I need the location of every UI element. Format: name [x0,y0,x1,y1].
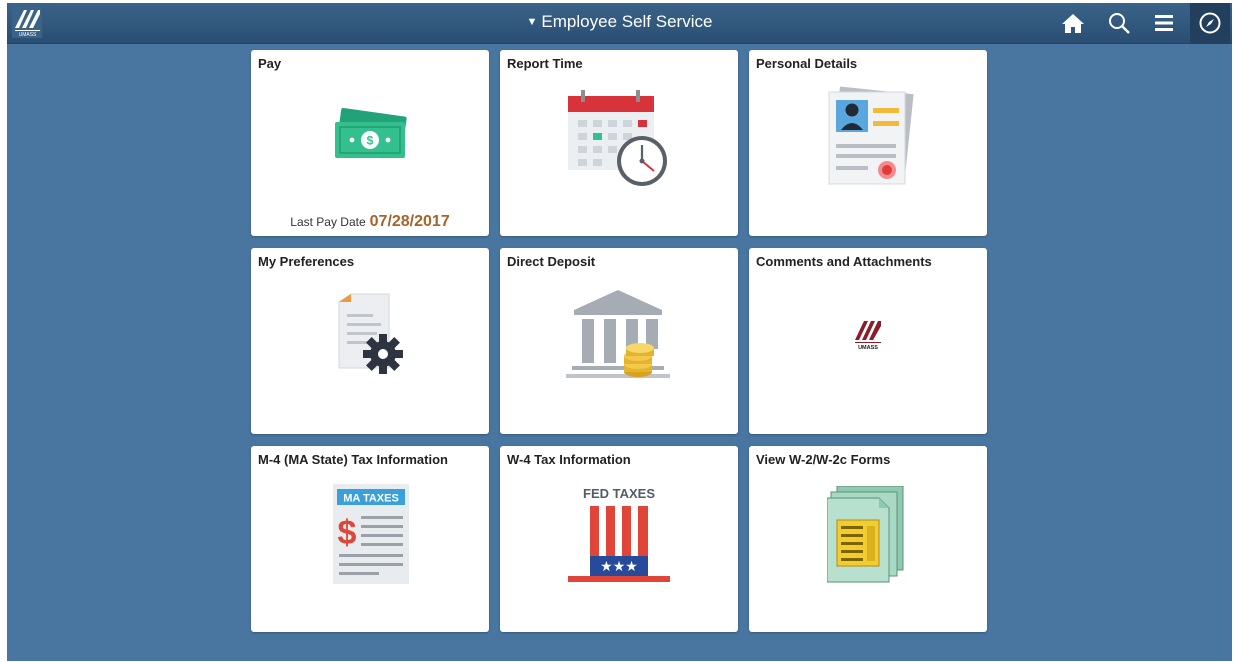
svg-text:FED TAXES: FED TAXES [583,486,655,501]
umass-logo-icon: UMASS [853,318,883,352]
tile-title: W-4 Tax Information [507,452,631,467]
tile-title: Direct Deposit [507,254,596,269]
fed-taxes-hat-icon: FED TAXES ★★★ [568,486,670,582]
tile-title: M-4 (MA State) Tax Information [258,452,448,467]
tile-title: View W-2/W-2c Forms [756,452,891,467]
tile-title: Comments and Attachments [756,254,932,269]
ma-taxes-icon: MA TAXES $ [333,484,409,584]
tile-m4-tax-information[interactable]: M-4 (MA State) Tax Information MA TAXES … [251,446,489,632]
search-icon[interactable] [1105,9,1133,37]
menu-icon[interactable] [1150,9,1178,37]
last-pay-date: Last Pay Date 07/28/2017 [251,213,489,231]
calendar-clock-icon [568,90,667,186]
last-pay-date-label: Last Pay Date [290,215,366,229]
bank-coins-icon [566,290,670,378]
tile-title: My Preferences [258,254,355,269]
svg-text:$: $ [338,514,357,552]
svg-text:MA TAXES: MA TAXES [343,493,399,505]
tile-title: Pay [258,56,282,71]
page-title-text: Employee Self Service [541,12,713,31]
tile-pay[interactable]: Pay $ Last Pay Date 07/28/2017 [251,50,489,236]
forms-stack-icon [827,486,904,583]
svg-text:UMASS: UMASS [858,345,878,351]
svg-text:$: $ [367,134,374,148]
tile-view-w2-forms[interactable]: View W-2/W-2c Forms [749,446,987,632]
caret-down-icon: ▼ [526,16,538,28]
tile-w4-tax-information[interactable]: W-4 Tax Information FED TAXES ★★★ [500,446,738,632]
tile-title: Personal Details [756,56,858,71]
tile-comments-and-attachments[interactable]: Comments and Attachments UMASS [749,248,987,434]
svg-text:UMASS: UMASS [19,32,37,38]
id-card-icon [828,86,914,185]
tile-my-preferences[interactable]: My Preferences [251,248,489,434]
document-gear-icon [338,293,403,374]
navbar-compass-icon[interactable] [1190,3,1230,43]
page-title[interactable]: ▼ Employee Self Service [7,12,1232,32]
money-icon: $ [335,108,407,158]
tile-personal-details[interactable]: Personal Details [749,50,987,236]
tile-report-time[interactable]: Report Time [500,50,738,236]
header-bar: UMASS ▼ Employee Self Service [7,3,1232,44]
home-icon[interactable] [1059,9,1087,37]
tile-direct-deposit[interactable]: Direct Deposit [500,248,738,434]
svg-text:★★★: ★★★ [600,559,638,575]
tile-title: Report Time [507,56,583,71]
last-pay-date-value: 07/28/2017 [369,213,450,230]
app-frame: UMASS ▼ Employee Self Service Pay $ Last… [7,3,1232,661]
